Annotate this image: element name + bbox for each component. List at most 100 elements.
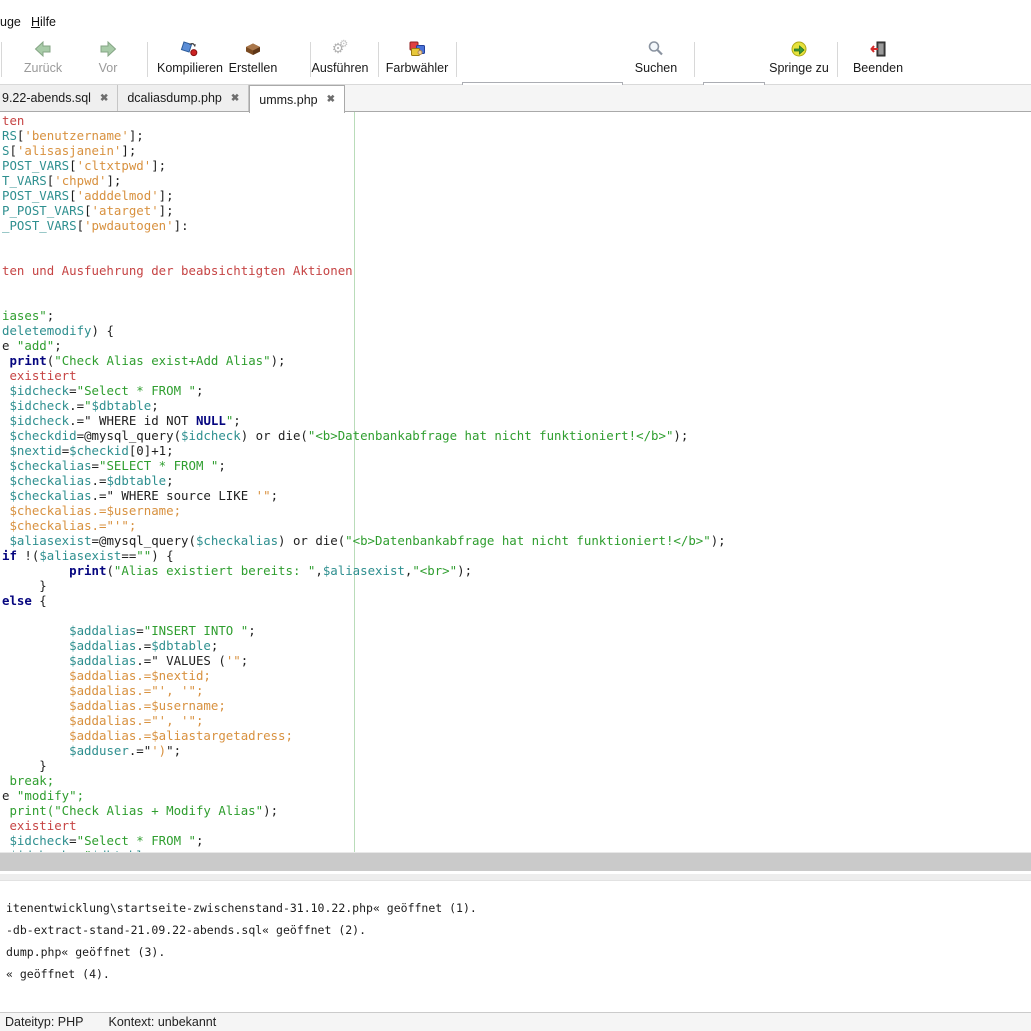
run-gears-icon: ⚙⚙ (332, 37, 349, 60)
status-message-line: « geöffnet (4). (6, 963, 1031, 985)
code-token (2, 683, 69, 698)
code-token: $checkalias (9, 458, 91, 473)
code-token: ) or die( (278, 533, 345, 548)
code-line: $addalias.="', '"; (2, 683, 726, 698)
code-token: existiert (2, 368, 77, 383)
code-token: [0]+1; (129, 443, 174, 458)
code-editor[interactable]: tenRS['benutzername'];S['alisasjanein'];… (0, 112, 1031, 852)
code-token: .=" VALUES ( (136, 653, 226, 668)
code-token: iases" (2, 308, 47, 323)
code-line: $adduser.="')"; (2, 743, 726, 758)
code-token: NULL (196, 413, 226, 428)
code-token: $checkdid (9, 428, 76, 443)
menu-bar: uge Hilfe (0, 0, 1031, 34)
magnifier-icon (646, 37, 666, 60)
build-button[interactable]: Erstellen (205, 37, 301, 83)
code-line: } (2, 758, 726, 773)
tab-dcaliasdump-php[interactable]: dcaliasdump.php ✖ (118, 85, 249, 111)
code-line: $aliasexist=@mysql_query($checkalias) or… (2, 533, 726, 548)
code-token: 'benutzername' (24, 128, 128, 143)
code-line: iases"; (2, 308, 726, 323)
code-token: ]: (174, 218, 189, 233)
code-token (2, 653, 69, 668)
code-line: $checkalias="SELECT * FROM "; (2, 458, 726, 473)
search-button[interactable]: Suchen (608, 37, 704, 83)
code-token: print (69, 563, 106, 578)
code-line: _POST_VARS['pwdautogen']: (2, 218, 726, 233)
code-token (2, 713, 69, 728)
code-line: else { (2, 593, 726, 608)
code-token: 'pwdautogen' (84, 218, 174, 233)
build-brick-icon (243, 37, 263, 60)
code-token: ); (457, 563, 472, 578)
code-token: ; (196, 383, 203, 398)
code-token: $idcheck (9, 398, 69, 413)
code-line: e "add"; (2, 338, 726, 353)
code-token: existiert (2, 818, 77, 833)
statusbar-filetype: Dateityp: PHP (5, 1015, 84, 1029)
code-line: $addalias.=$username; (2, 698, 726, 713)
code-token: ) or die( (241, 428, 308, 443)
code-token: $addalias.=$username; (69, 698, 226, 713)
code-token: $idcheck (9, 383, 69, 398)
code-token: ; (241, 653, 248, 668)
code-token: , (315, 563, 322, 578)
code-token: 'atarget' (92, 203, 159, 218)
color-chooser-icon (407, 37, 427, 60)
code-token: "<b>Datenbankabfrage hat nicht funktioni… (308, 428, 674, 443)
tab-close-icon[interactable]: ✖ (231, 93, 239, 104)
code-line: existiert (2, 818, 726, 833)
code-token: "modify"; (17, 788, 84, 803)
code-token: $idcheck (9, 833, 69, 848)
code-line: print("Alias existiert bereits: ",$alias… (2, 563, 726, 578)
code-token: "SELECT * FROM " (99, 458, 218, 473)
code-line: $nextid=$checkid[0]+1; (2, 443, 726, 458)
code-line: ten und Ausfuehrung der beabsichtigten A… (2, 263, 726, 278)
code-token: "Check Alias exist+Add Alias" (54, 353, 270, 368)
menu-item-help[interactable]: Hilfe (31, 15, 56, 29)
code-token: [ (69, 158, 76, 173)
tab-close-icon[interactable]: ✖ (100, 93, 108, 104)
code-token: $checkalias.="'"; (9, 518, 136, 533)
code-token: 'chpwd' (54, 173, 106, 188)
code-line (2, 608, 726, 623)
code-token: =@mysql_query( (77, 428, 181, 443)
tab-label: dcaliasdump.php (127, 91, 222, 105)
code-line: break; (2, 773, 726, 788)
tab-umms-php[interactable]: umms.php ✖ (249, 85, 345, 113)
code-lines: tenRS['benutzername'];S['alisasjanein'];… (2, 113, 726, 852)
code-line: deletemodify) { (2, 323, 726, 338)
code-token (2, 638, 69, 653)
code-token: .= (136, 638, 151, 653)
code-line: $checkalias.=" WHERE source LIKE '"; (2, 488, 726, 503)
code-token: $dbtable (92, 398, 152, 413)
code-token: .=" WHERE source LIKE (92, 488, 256, 503)
tab-abends-sql[interactable]: 9.22-abends.sql ✖ (0, 85, 118, 111)
code-token (2, 668, 69, 683)
menu-item-tools[interactable]: uge (0, 15, 21, 29)
code-token: 'alisasjanein' (17, 143, 121, 158)
code-line: P_POST_VARS['atarget']; (2, 203, 726, 218)
code-token: [ (69, 188, 76, 203)
pane-splitter[interactable] (0, 874, 1031, 881)
code-token: RS (2, 128, 17, 143)
code-token: else (2, 593, 32, 608)
forward-arrow-icon (98, 37, 118, 60)
tab-close-icon[interactable]: ✖ (327, 94, 335, 105)
color-chooser-button[interactable]: Farbwähler (369, 37, 465, 83)
code-token: $addalias (69, 638, 136, 653)
code-token: [ (9, 143, 16, 158)
quit-button[interactable]: Beenden (830, 37, 926, 83)
code-token: .=" WHERE id NOT (69, 413, 196, 428)
code-token (2, 563, 69, 578)
code-line: POST_VARS['cltxtpwd']; (2, 158, 726, 173)
code-token: "<b>Datenbankabfrage hat nicht funktioni… (345, 533, 711, 548)
code-token: "Alias existiert bereits: " (114, 563, 315, 578)
code-token (2, 698, 69, 713)
code-line: $idcheck.=" WHERE id NOT NULL"; (2, 413, 726, 428)
code-token: T_VARS (2, 173, 47, 188)
code-token: e (2, 338, 17, 353)
editor-h-scrollbar[interactable] (0, 852, 1031, 871)
code-line: POST_VARS['adddelmod']; (2, 188, 726, 203)
code-token: $checkalias (9, 473, 91, 488)
